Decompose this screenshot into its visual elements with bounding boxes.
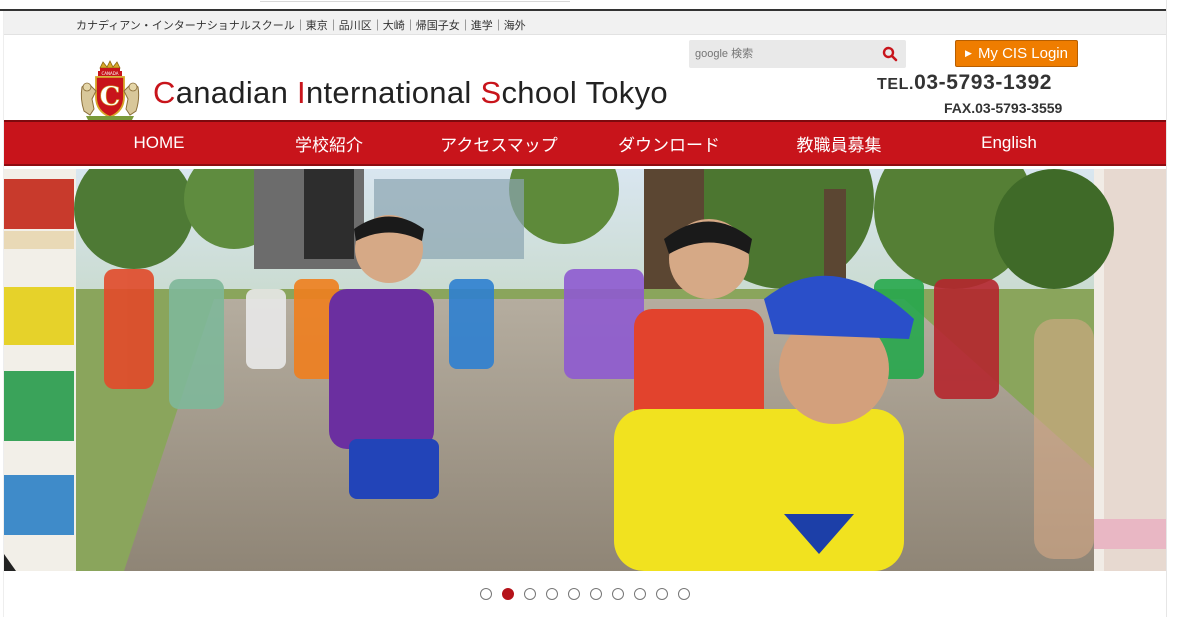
slider-dot[interactable] xyxy=(480,588,492,600)
hero-photo-children-running xyxy=(4,169,1166,571)
fax-number: FAX.03-5793-3559 xyxy=(944,100,1063,116)
slider-dot[interactable] xyxy=(678,588,690,600)
crest-banner-text: CANADA xyxy=(101,71,118,76)
logo-letter-c: C xyxy=(153,75,176,110)
slider-dot[interactable] xyxy=(612,588,624,600)
utility-text: カナディアン・インターナショナルスクール｜東京｜品川区｜大崎｜帰国子女｜進学｜海… xyxy=(76,20,526,32)
tel-prefix: TEL. xyxy=(877,76,915,93)
triangle-right-icon: ▶ xyxy=(965,48,972,58)
right-window-edge xyxy=(1166,0,1181,617)
search-input[interactable] xyxy=(689,40,874,68)
hero-slider[interactable] xyxy=(4,169,1166,571)
logo-word-canadian: anadian xyxy=(175,75,298,110)
slider-dot[interactable] xyxy=(524,588,536,600)
nav-item-about[interactable]: 学校紹介 xyxy=(244,122,414,164)
school-name-logo[interactable]: Canadian International School Tokyo xyxy=(153,75,668,111)
main-navigation: HOME 学校紹介 アクセスマップ ダウンロード 教職員募集 English xyxy=(4,120,1166,166)
top-border xyxy=(0,0,1181,11)
logo-word-international: nternational xyxy=(305,75,481,110)
search-icon xyxy=(882,46,898,62)
slider-pagination xyxy=(4,588,1166,600)
page: カナディアン・インターナショナルスクール｜東京｜品川区｜大崎｜帰国子女｜進学｜海… xyxy=(4,11,1166,617)
nav-item-access-map[interactable]: アクセスマップ xyxy=(414,122,584,164)
search-box xyxy=(689,40,906,68)
telephone-number: TEL.03-5793-1392 xyxy=(877,71,1052,95)
utility-bar: カナディアン・インターナショナルスクール｜東京｜品川区｜大崎｜帰国子女｜進学｜海… xyxy=(4,11,1166,35)
slider-dot-active[interactable] xyxy=(502,588,514,600)
login-label: My CIS Login xyxy=(977,45,1068,62)
slider-dot[interactable] xyxy=(568,588,580,600)
logo-letter-s: S xyxy=(480,75,502,110)
slider-dot[interactable] xyxy=(546,588,558,600)
school-crest-logo[interactable]: CANADA C xyxy=(76,59,144,121)
slider-dot[interactable] xyxy=(590,588,602,600)
nav-item-english[interactable]: English xyxy=(924,122,1094,164)
svg-text:C: C xyxy=(100,82,121,112)
logo-letter-i: I xyxy=(297,75,306,110)
tel-number: 03-5793-1392 xyxy=(914,71,1053,94)
my-cis-login-button[interactable]: ▶ My CIS Login xyxy=(955,40,1078,67)
logo-word-school-tokyo: chool Tokyo xyxy=(501,75,668,110)
nav-item-download[interactable]: ダウンロード xyxy=(584,122,754,164)
slider-dot[interactable] xyxy=(656,588,668,600)
slider-dot[interactable] xyxy=(634,588,646,600)
nav-item-home[interactable]: HOME xyxy=(74,122,244,164)
site-header: CANADA C Canadian International School T… xyxy=(4,35,1166,120)
search-button[interactable] xyxy=(874,40,906,68)
nav-item-staff-recruitment[interactable]: 教職員募集 xyxy=(754,122,924,164)
